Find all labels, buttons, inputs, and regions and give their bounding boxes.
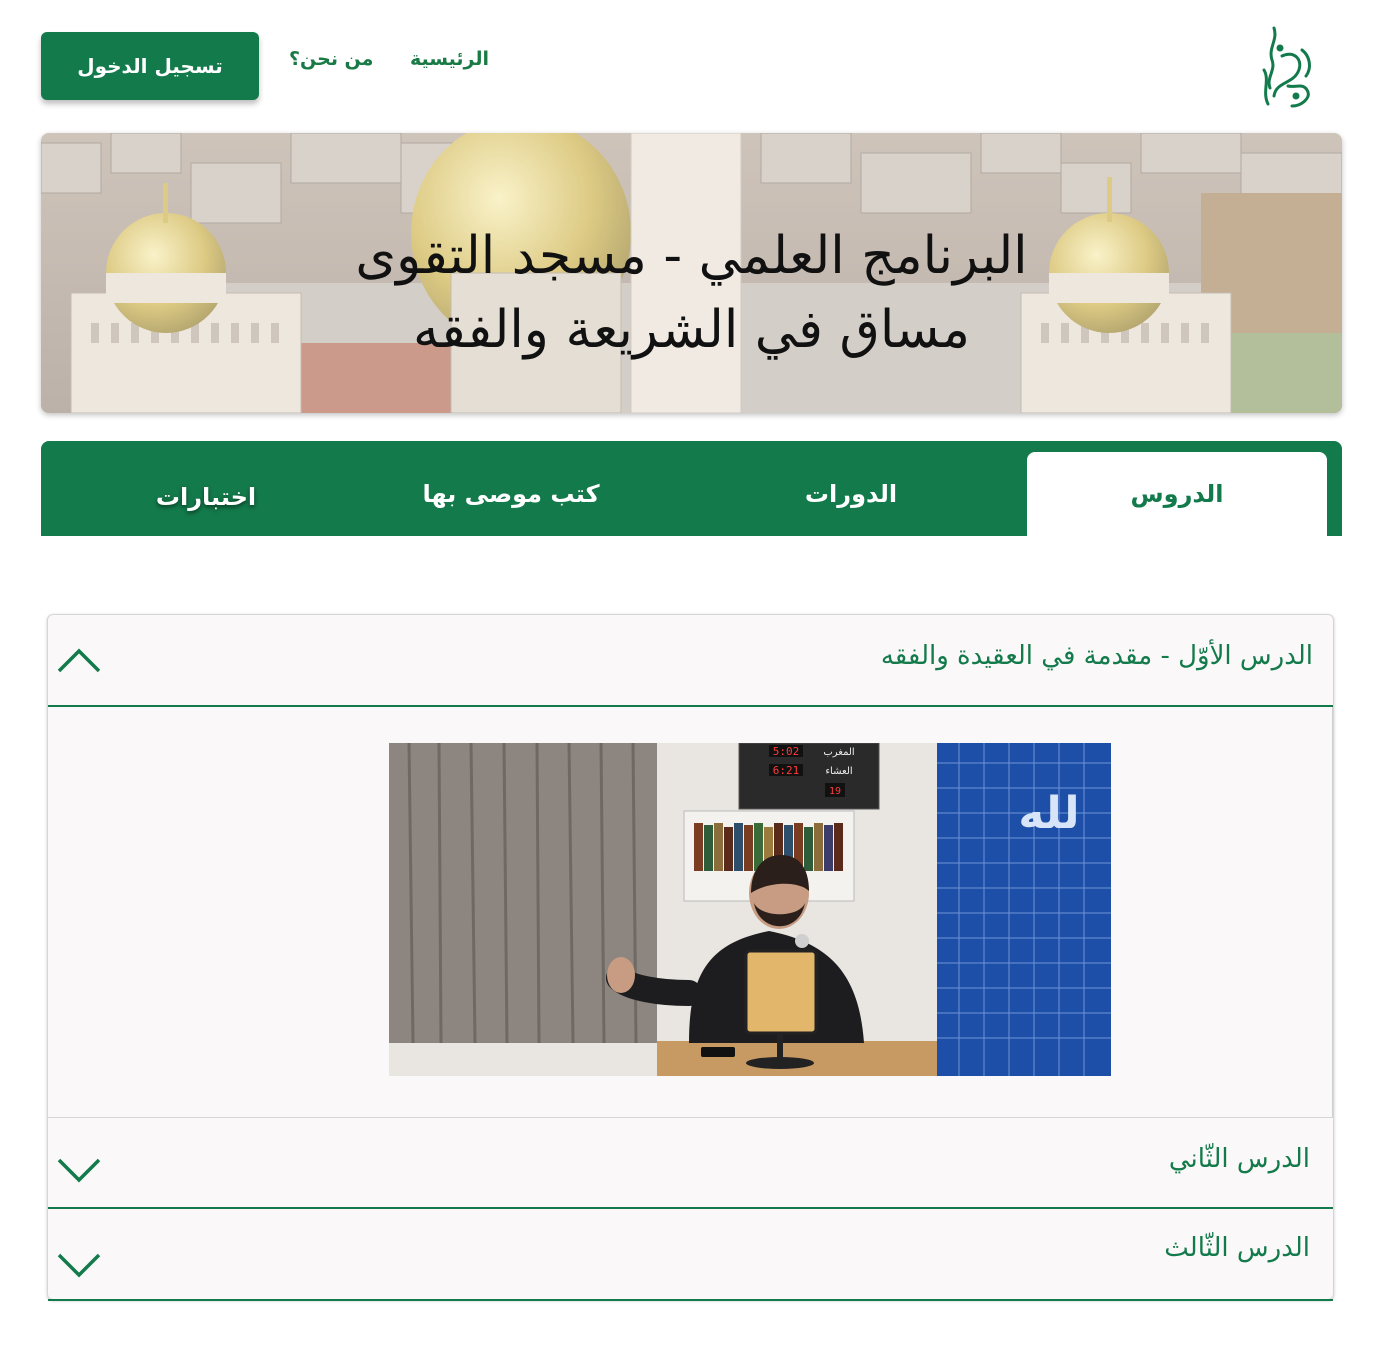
lesson-2-title: الدرس الثّاني <box>1168 1144 1310 1174</box>
lesson-1-header[interactable]: الدرس الأوّل - مقدمة في العقيدة والفقه <box>48 615 1333 707</box>
mosque-calligraphy-logo-icon[interactable] <box>1252 26 1318 110</box>
clock-label-maghrib: المغرب <box>823 747 854 758</box>
nav-home-link[interactable]: الرئيسية <box>410 48 489 70</box>
tab-tests[interactable]: اختبارات <box>61 455 351 539</box>
lesson-video-frame: لله 5:02 المغرب 6:21 العشاء 19 <box>389 743 1111 1076</box>
clock-label-isha: العشاء <box>825 766 852 777</box>
lesson-3-title: الدرس الثّالث <box>1164 1233 1310 1263</box>
chevron-down-icon[interactable] <box>56 1249 102 1279</box>
lesson-3-header[interactable]: الدرس الثّالث <box>48 1209 1333 1301</box>
chevron-down-icon[interactable] <box>56 1154 102 1184</box>
clock-counter: 19 <box>829 786 841 797</box>
clock-maghrib-time: 5:02 <box>773 745 800 758</box>
lesson-2-header[interactable]: الدرس الثّاني <box>48 1118 1333 1209</box>
chevron-up-icon[interactable] <box>56 645 102 675</box>
site-header: تسجيل الدخول من نحن؟ الرئيسية <box>0 0 1381 120</box>
nav-about-link[interactable]: من نحن؟ <box>289 48 373 70</box>
lesson-1-video[interactable]: لله 5:02 المغرب 6:21 العشاء 19 <box>389 743 1111 1076</box>
hero-title-line-2: مساق في الشريعة والفقه <box>413 300 970 360</box>
clock-isha-time: 6:21 <box>773 764 800 777</box>
hero-title: البرنامج العلمي - مسجد التقوى مساق في ال… <box>41 219 1342 367</box>
tab-lessons[interactable]: الدروس <box>1027 452 1327 536</box>
lesson-1-content: لله 5:02 المغرب 6:21 العشاء 19 <box>48 707 1333 1117</box>
tab-recommended-books[interactable]: كتب موصى بها <box>361 452 661 536</box>
section-tabs: الدروس الدورات كتب موصى بها اختبارات <box>41 441 1342 536</box>
lesson-1-title: الدرس الأوّل - مقدمة في العقيدة والفقه <box>880 641 1313 671</box>
tab-courses[interactable]: الدورات <box>701 452 1001 536</box>
hero-banner: البرنامج العلمي - مسجد التقوى مساق في ال… <box>41 133 1342 413</box>
wall-calligraphy: لله <box>1018 788 1079 839</box>
login-button[interactable]: تسجيل الدخول <box>41 32 259 100</box>
lessons-accordion: الدرس الأوّل - مقدمة في العقيدة والفقه ل… <box>47 614 1334 1301</box>
hero-title-line-1: البرنامج العلمي - مسجد التقوى <box>355 226 1028 286</box>
